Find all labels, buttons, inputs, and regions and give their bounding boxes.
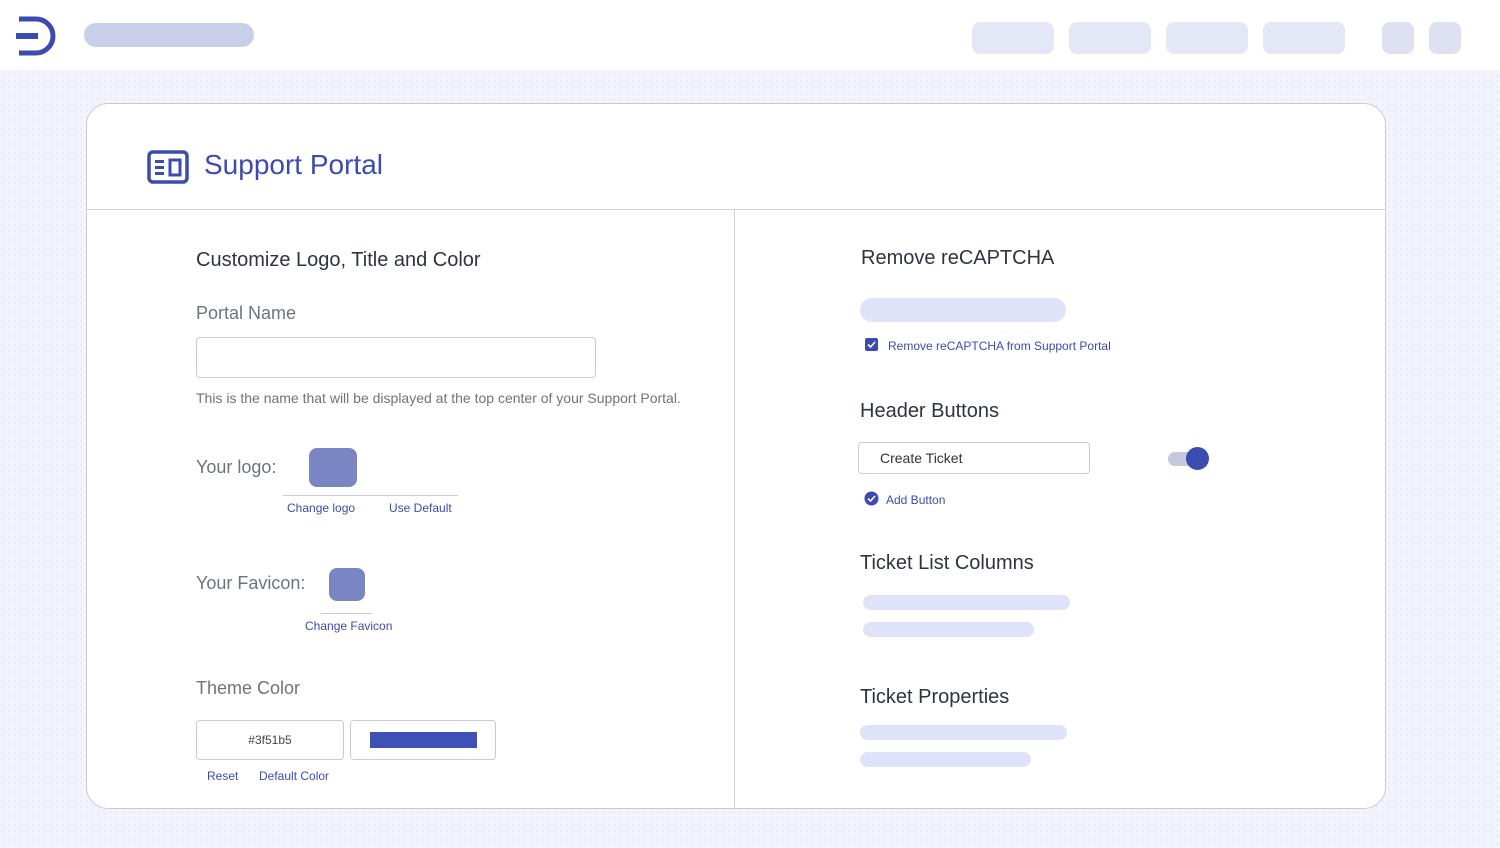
toggle-knob [1186,447,1209,470]
nav-button-4[interactable] [1263,22,1345,54]
ticket-list-placeholder-2 [863,622,1034,637]
ticket-list-placeholder-1 [863,595,1070,610]
nav-button-1[interactable] [972,22,1054,54]
change-favicon-link[interactable]: Change Favicon [305,619,392,633]
logo-divider [283,495,458,496]
ticket-properties-placeholder-1 [860,725,1067,740]
theme-color-swatch [370,732,477,748]
checkmark-icon [867,341,876,349]
nav-button-3[interactable] [1166,22,1248,54]
add-button-link[interactable]: Add Button [886,493,945,507]
logo-preview [309,448,357,487]
ticket-list-columns-title: Ticket List Columns [860,552,1034,574]
header-button-input[interactable] [858,442,1090,474]
reset-color-link[interactable]: Reset [207,769,238,783]
top-bar [0,0,1500,70]
color-picker-button[interactable] [350,720,496,760]
recaptcha-placeholder [860,298,1066,322]
portal-name-help: This is the name that will be displayed … [196,390,681,406]
customize-section-title: Customize Logo, Title and Color [196,249,481,271]
recaptcha-section-title: Remove reCAPTCHA [861,247,1055,269]
icon-button-2[interactable] [1429,22,1461,54]
default-color-link[interactable]: Default Color [259,769,329,783]
theme-color-label: Theme Color [196,678,301,698]
logo-label: Your logo: [196,457,277,477]
recaptcha-checkbox-label[interactable]: Remove reCAPTCHA from Support Portal [888,339,1111,353]
page-title: Support Portal [204,149,383,180]
theme-color-input[interactable] [196,720,344,760]
check-circle-icon [864,491,879,506]
column-divider [734,210,735,808]
favicon-preview [329,568,365,601]
header-buttons-title: Header Buttons [860,400,999,422]
ticket-properties-placeholder-2 [860,752,1031,767]
portal-name-label: Portal Name [196,303,297,323]
header-button-toggle[interactable] [1168,447,1210,471]
d-logo-icon[interactable] [16,16,58,56]
support-portal-card: Support Portal Customize Logo, Title and… [86,103,1386,809]
card-header: Support Portal [87,104,1385,210]
favicon-label: Your Favicon: [196,573,306,593]
nav-button-2[interactable] [1069,22,1151,54]
recaptcha-checkbox[interactable] [865,338,878,351]
portal-layout-icon [147,150,189,184]
app-title-placeholder [84,23,254,47]
ticket-properties-title: Ticket Properties [860,686,1010,708]
use-default-logo-link[interactable]: Use Default [389,501,452,515]
icon-button-1[interactable] [1382,22,1414,54]
change-logo-link[interactable]: Change logo [287,501,355,515]
favicon-divider [321,613,372,614]
portal-name-input[interactable] [196,337,596,378]
